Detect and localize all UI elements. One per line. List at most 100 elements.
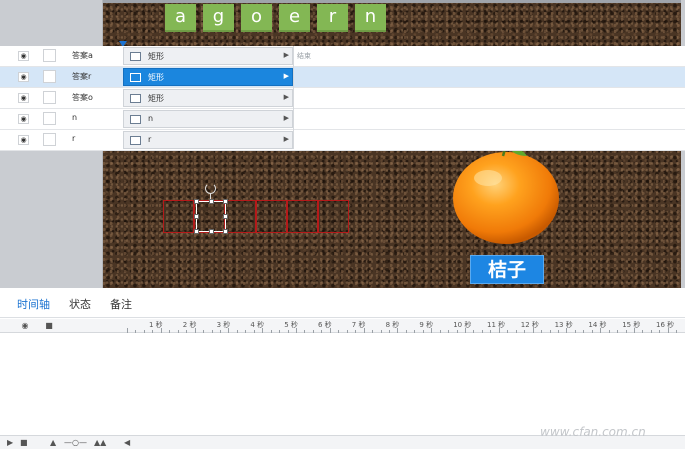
letter-tile[interactable]: a: [165, 4, 196, 32]
timeline-bar[interactable]: 矩形 ▶: [123, 47, 293, 65]
eye-icon[interactable]: ◉: [20, 321, 30, 330]
fruit-label[interactable]: 桔子: [470, 255, 544, 284]
ruler-tick: [397, 328, 399, 333]
eye-icon[interactable]: ◉: [18, 135, 29, 145]
ruler-tick: [380, 330, 382, 333]
resize-handle[interactable]: [194, 199, 199, 204]
ruler-tick: [473, 330, 475, 333]
ruler-tick: [566, 328, 568, 333]
zoom-slider-icon[interactable]: —○—: [64, 438, 87, 447]
ruler-tick: [431, 328, 433, 333]
ruler-tick: [211, 330, 213, 333]
ruler-label: 14 秒: [588, 321, 607, 329]
play-icon[interactable]: ▶: [7, 438, 13, 447]
ruler-tick: [388, 330, 390, 333]
bar-label: n: [148, 114, 154, 123]
tab-timeline[interactable]: 时间轴: [17, 296, 50, 312]
chevron-right-icon[interactable]: ▶: [284, 72, 289, 80]
timeline-bar[interactable]: r ▶: [123, 131, 293, 149]
answer-slot[interactable]: [225, 200, 256, 233]
ruler-tick: [515, 330, 517, 333]
timeline-bar[interactable]: n ▶: [123, 110, 293, 128]
chevron-right-icon[interactable]: ▶: [284, 135, 289, 143]
ruler-tick: [524, 330, 526, 333]
ruler-tick: [617, 330, 619, 333]
ruler-tick: [659, 330, 661, 333]
ruler-tick: [304, 330, 306, 333]
ruler-tick: [262, 328, 264, 333]
layer-name: 答案r: [72, 72, 92, 81]
letter-tile[interactable]: o: [241, 4, 272, 32]
lock-toggle[interactable]: [43, 70, 56, 83]
lock-toggle[interactable]: [43, 112, 56, 125]
resize-handle[interactable]: [223, 199, 228, 204]
layer-list: ◉ 答案a 矩形 ▶ 结束 ◉ 答案r 矩形 ▶ ◉ 答案o 矩形 ▶ ◉ n …: [0, 46, 685, 151]
letter-tile[interactable]: g: [203, 4, 234, 32]
time-ruler[interactable]: 1 秒2 秒3 秒4 秒5 秒6 秒7 秒8 秒9 秒 10 秒 11 秒 12 秒1…: [123, 319, 685, 333]
answer-slot[interactable]: [256, 200, 287, 233]
bar-label: 矩形: [148, 94, 164, 103]
lock-toggle[interactable]: [43, 133, 56, 146]
eye-icon[interactable]: ◉: [18, 93, 29, 103]
tab-notes[interactable]: 备注: [110, 296, 132, 312]
ruler-tick: [287, 330, 289, 333]
bar-label: r: [148, 135, 152, 144]
ruler-tick: [405, 330, 407, 333]
letter-tile[interactable]: n: [355, 4, 386, 32]
ruler-tick: [329, 328, 331, 333]
layer-row[interactable]: ◉ r r ▶: [0, 130, 685, 151]
stop-icon[interactable]: ■: [20, 438, 28, 447]
mountain-icon[interactable]: ▲▲: [94, 438, 106, 447]
chevron-right-icon[interactable]: ▶: [284, 114, 289, 122]
ruler-tick: [422, 330, 424, 333]
chevron-left-icon[interactable]: ◀: [124, 438, 130, 447]
lock-icon[interactable]: ■: [44, 321, 54, 330]
bar-label: 矩形: [148, 52, 164, 61]
letter-tile[interactable]: e: [279, 4, 310, 32]
ruler-tick: [127, 328, 128, 333]
resize-handle[interactable]: [209, 199, 214, 204]
resize-handle[interactable]: [223, 229, 228, 234]
answer-slot[interactable]: [287, 200, 318, 233]
resize-handle[interactable]: [223, 214, 228, 219]
ruler-tick: [456, 330, 458, 333]
layer-row[interactable]: ◉ n n ▶: [0, 109, 685, 130]
ruler-tick: [481, 330, 483, 333]
chevron-right-icon[interactable]: ▶: [284, 93, 289, 101]
ruler-tick: [642, 330, 644, 333]
layer-row[interactable]: ◉ 答案r 矩形 ▶: [0, 67, 685, 88]
ruler-tick: [177, 330, 179, 333]
answer-slot[interactable]: [318, 200, 349, 233]
end-label: 结束: [297, 52, 311, 60]
layer-row[interactable]: ◉ 答案a 矩形 ▶ 结束: [0, 46, 685, 67]
layer-row[interactable]: ◉ 答案o 矩形 ▶: [0, 88, 685, 109]
ruler-tick: [448, 330, 450, 333]
eye-icon[interactable]: ◉: [18, 114, 29, 124]
ruler-tick: [321, 330, 323, 333]
ruler-tick: [465, 328, 466, 333]
letter-tile[interactable]: r: [317, 4, 348, 32]
timeline-bar[interactable]: 矩形 ▶: [123, 68, 293, 86]
resize-handle[interactable]: [194, 214, 199, 219]
ruler-tick: [574, 330, 576, 333]
ruler-tick: [135, 330, 137, 333]
ruler-label: 11 秒: [487, 321, 506, 329]
lock-toggle[interactable]: [43, 49, 56, 62]
ruler-label: 10 秒: [453, 321, 472, 329]
timeline-bar[interactable]: 矩形 ▶: [123, 89, 293, 107]
rectangle-icon: [130, 136, 141, 145]
ruler-tick: [583, 330, 585, 333]
eye-icon[interactable]: ◉: [18, 72, 29, 82]
tab-states[interactable]: 状态: [69, 296, 91, 312]
answer-slot[interactable]: [163, 200, 194, 233]
chevron-right-icon[interactable]: ▶: [284, 51, 289, 59]
resize-handle[interactable]: [194, 229, 199, 234]
layer-name: 答案o: [72, 93, 93, 102]
resize-handle[interactable]: [209, 229, 214, 234]
ruler-tick: [507, 330, 509, 333]
mountain-small-icon[interactable]: ▲: [50, 438, 56, 447]
selection-box[interactable]: [194, 199, 228, 234]
eye-icon[interactable]: ◉: [18, 51, 29, 61]
lock-toggle[interactable]: [43, 91, 56, 104]
ruler-tick: [346, 330, 348, 333]
